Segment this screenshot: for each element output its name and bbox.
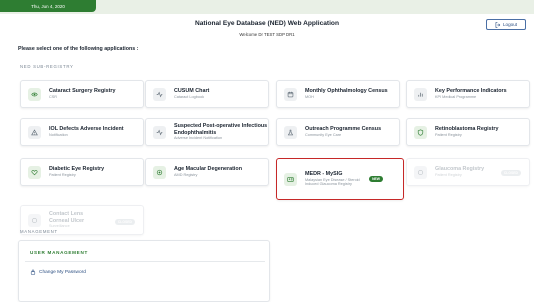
- closed-badge: CLOSED: [114, 219, 135, 225]
- card-title: IOL Defects Adverse Incident: [49, 126, 124, 133]
- card-monthly-ophthalmology-census[interactable]: Monthly Ophthalmology Census MOH: [276, 80, 400, 108]
- closed-badge: CLOSED: [500, 170, 521, 176]
- logout-button[interactable]: Logout: [486, 19, 526, 30]
- new-badge: NEW: [369, 176, 383, 182]
- card-title: Diabetic Eye Registry: [49, 166, 105, 173]
- card-cataract-surgery-registry[interactable]: Cataract Surgery Registry CSR: [20, 80, 144, 108]
- card-title: Retinoblastoma Registry: [435, 126, 499, 133]
- logout-icon: [495, 21, 501, 28]
- card-iol-defects-adverse-incident[interactable]: IOL Defects Adverse Incident Notification: [20, 118, 144, 146]
- card-retinoblastoma-registry[interactable]: Retinoblastoma Registry Patient Registry: [406, 118, 530, 146]
- card-title: Outreach Programme Census: [305, 126, 382, 133]
- date-text: Thu, Jun 4, 2020: [31, 3, 65, 9]
- lock-icon: [30, 269, 36, 275]
- card-outreach-programme-census[interactable]: Outreach Programme Census Community Eye C…: [276, 118, 400, 146]
- card-cusum-chart[interactable]: CUSUM Chart Cataract Logbook: [145, 80, 269, 108]
- divider: [25, 261, 265, 262]
- card-subtitle: MOH: [305, 95, 314, 100]
- card-subtitle: Cataract Logbook: [174, 95, 204, 100]
- user-management-panel: USER MANAGEMENT Change My Password: [18, 240, 270, 302]
- heart-icon: [28, 165, 41, 179]
- date-bar: Thu, Jun 4, 2020: [0, 0, 96, 12]
- card-subtitle: AMD Registry: [174, 173, 198, 178]
- bar-chart-icon: [414, 87, 427, 101]
- selection-prompt: Please select one of the following appli…: [18, 46, 139, 52]
- card-age-macular-degeneration[interactable]: Age Macular Degeneration AMD Registry: [145, 158, 269, 186]
- card-subtitle: Malaysian Eye Disease / Steroid Induced …: [305, 177, 360, 187]
- card-title: Key Performance Indicators: [435, 88, 507, 95]
- card-key-performance-indicators[interactable]: Key Performance Indicators KPI Medical Pr…: [406, 80, 530, 108]
- card-subtitle: CSR: [49, 95, 58, 100]
- card-subtitle: KPI Medical Programme: [435, 95, 477, 100]
- card-title: MEDR - MySIG: [305, 171, 343, 178]
- id-card-icon: [284, 172, 297, 186]
- card-subtitle: Patient Registry: [49, 173, 76, 178]
- card-subtitle: Community Eye Care: [305, 133, 342, 138]
- pulse-icon: [153, 87, 166, 101]
- card-glaucoma-registry: Glaucoma Registry Patient Registry CLOSED: [406, 158, 530, 186]
- shield-icon: [414, 125, 427, 139]
- welcome-text: Welcome Dr TEST SDP DR1: [239, 32, 295, 37]
- card-diabetic-eye-registry[interactable]: Diabetic Eye Registry Patient Registry: [20, 158, 144, 186]
- warning-icon: [28, 125, 41, 139]
- card-title: Cataract Surgery Registry: [49, 88, 116, 95]
- card-title: Contact Lens Corneal Ulcer: [49, 211, 85, 224]
- eye-icon: [28, 87, 41, 101]
- target-icon: [153, 165, 166, 179]
- pulse-icon: [153, 125, 166, 139]
- change-password-link[interactable]: Change My Password: [30, 269, 86, 275]
- section-label-registry: NED SUB-REGISTRY: [20, 64, 74, 69]
- card-subtitle: Patient Registry: [435, 133, 462, 138]
- card-suspected-post-operative-endophthalmitis[interactable]: Suspected Post-operative Infectious Endo…: [145, 118, 269, 146]
- card-title: Monthly Ophthalmology Census: [305, 88, 388, 95]
- circle-icon: [28, 213, 41, 227]
- section-label-management: MANAGEMENT: [20, 229, 58, 234]
- change-password-label: Change My Password: [39, 269, 86, 275]
- card-medr-mysig[interactable]: MEDR - MySIG Malaysian Eye Disease / Ster…: [276, 158, 404, 200]
- card-subtitle: Surveillance: [49, 224, 70, 229]
- card-title: Suspected Post-operative Infectious Endo…: [174, 123, 268, 136]
- user-management-title: USER MANAGEMENT: [30, 250, 88, 255]
- calendar-icon: [284, 87, 297, 101]
- logout-label: Logout: [502, 22, 518, 27]
- page-title: National Eye Database (NED) Web Applicat…: [195, 20, 339, 27]
- circle-icon: [414, 165, 427, 179]
- card-subtitle: Adverse Incident Notification: [174, 136, 223, 141]
- card-title: Glaucoma Registry: [435, 166, 485, 173]
- card-subtitle: Patient Registry: [435, 173, 462, 178]
- card-title: CUSUM Chart: [174, 88, 210, 95]
- card-title: Age Macular Degeneration: [174, 166, 242, 173]
- flask-icon: [284, 125, 297, 139]
- card-subtitle: Notification: [49, 133, 68, 138]
